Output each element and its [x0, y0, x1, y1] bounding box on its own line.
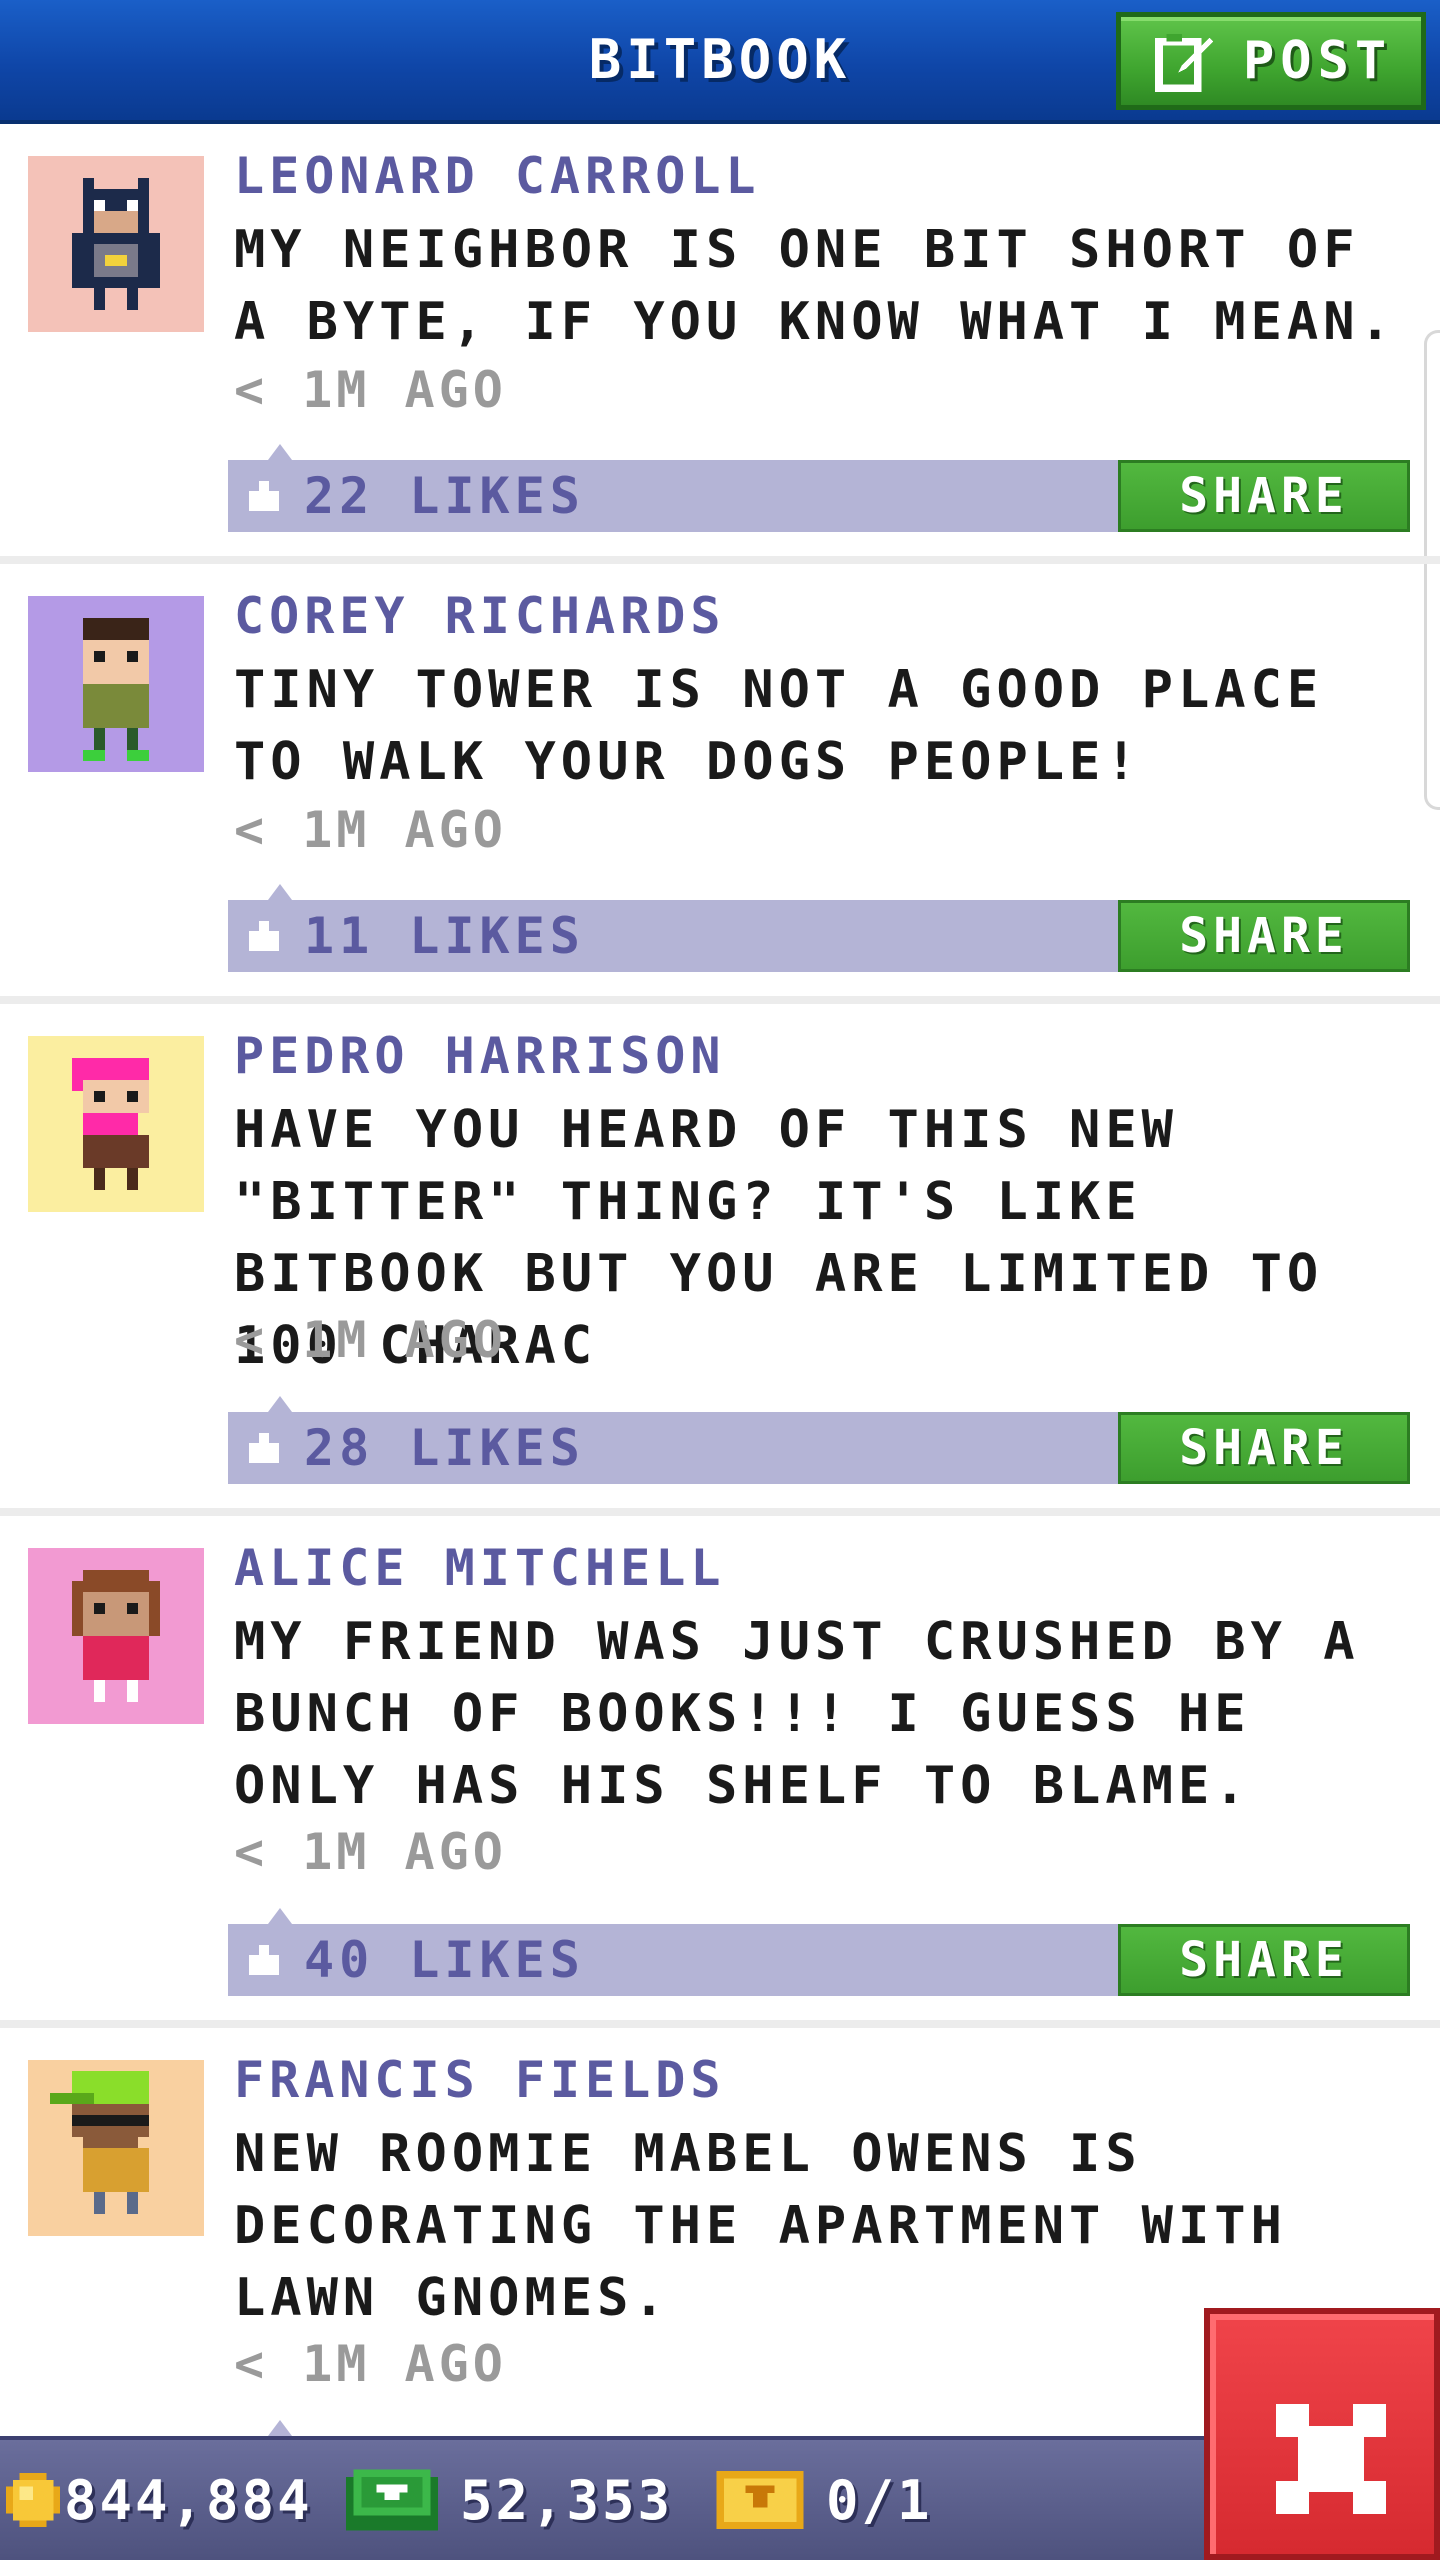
likes-bar: 40 LIKES SHARE: [228, 1908, 1410, 1996]
close-button[interactable]: [1204, 2308, 1440, 2560]
post-timestamp: < 1M AGO: [234, 2335, 507, 2393]
post-author[interactable]: LEONARD CARROLL: [234, 146, 761, 206]
share-button[interactable]: SHARE: [1118, 1412, 1410, 1484]
share-button[interactable]: SHARE: [1118, 1924, 1410, 1996]
thumbs-up-icon[interactable]: [244, 476, 284, 516]
bitizen-avatar-icon[interactable]: [28, 1548, 204, 1724]
post-message: TINY TOWER IS NOT A GOOD PLACE TO WALK Y…: [234, 660, 1324, 792]
post-divider: [0, 1508, 1440, 1516]
bux-display[interactable]: 52,353: [346, 2440, 673, 2560]
bux-icon: [346, 2469, 438, 2531]
likes-count: 28 LIKES: [304, 1419, 585, 1477]
post-divider: [0, 2020, 1440, 2028]
post-timestamp: < 1M AGO: [234, 1311, 507, 1369]
compose-icon: [1155, 33, 1214, 92]
likes-bar: 28 LIKES SHARE: [228, 1396, 1410, 1484]
post-message: MY NEIGHBOR IS ONE BIT SHORT OF A BYTE, …: [234, 220, 1396, 352]
share-button[interactable]: SHARE: [1118, 460, 1410, 532]
header-bar: BITBOOK POST: [0, 0, 1440, 124]
bitbook-screen: BITBOOK POST LEONARD CARROLL MY NEIGHBOR…: [0, 0, 1440, 2560]
thumbs-up-icon[interactable]: [244, 1940, 284, 1980]
feed-post: LEONARD CARROLL MY NEIGHBOR IS ONE BIT S…: [0, 124, 1440, 564]
likes-bar: 22 LIKES SHARE: [228, 444, 1410, 532]
share-button[interactable]: SHARE: [1118, 900, 1410, 972]
tickets-value: 0/1: [826, 2468, 933, 2532]
golden-ticket-icon: [716, 2471, 804, 2529]
post-timestamp: < 1M AGO: [234, 1823, 507, 1881]
post-divider: [0, 556, 1440, 564]
coins-value: 844,884: [64, 2468, 313, 2532]
thumbs-up-icon[interactable]: [244, 916, 284, 956]
post-divider: [0, 996, 1440, 1004]
post-message: MY FRIEND WAS JUST CRUSHED BY A BUNCH OF…: [234, 1612, 1360, 1816]
pink-hair-bitizen-avatar-icon[interactable]: [28, 1036, 204, 1212]
feed[interactable]: LEONARD CARROLL MY NEIGHBOR IS ONE BIT S…: [0, 124, 1440, 2440]
post-button-label: POST: [1243, 31, 1393, 91]
close-icon: [1276, 2404, 1386, 2514]
bux-value: 52,353: [460, 2468, 674, 2532]
post-author[interactable]: FRANCIS FIELDS: [234, 2050, 725, 2110]
thumbs-up-icon[interactable]: [244, 1428, 284, 1468]
post-message: NEW ROOMIE MABEL OWENS IS DECORATING THE…: [234, 2124, 1287, 2328]
post-button[interactable]: POST: [1116, 12, 1426, 110]
coin-icon: [6, 2473, 60, 2527]
post-author[interactable]: COREY RICHARDS: [234, 586, 725, 646]
likes-count: 40 LIKES: [304, 1931, 585, 1989]
feed-post: PEDRO HARRISON HAVE YOU HEARD OF THIS NE…: [0, 1004, 1440, 1516]
green-cap-bitizen-avatar-icon[interactable]: [28, 2060, 204, 2236]
post-timestamp: < 1M AGO: [234, 361, 507, 419]
post-timestamp: < 1M AGO: [234, 801, 507, 859]
coins-display[interactable]: 844,884: [6, 2440, 313, 2560]
bitizen-avatar-icon[interactable]: [28, 596, 204, 772]
likes-bar: 11 LIKES SHARE: [228, 884, 1410, 972]
likes-count: 11 LIKES: [304, 907, 585, 965]
feed-post: ALICE MITCHELL MY FRIEND WAS JUST CRUSHE…: [0, 1516, 1440, 2028]
tickets-display[interactable]: 0/1: [716, 2440, 933, 2560]
feed-post: COREY RICHARDS TINY TOWER IS NOT A GOOD …: [0, 564, 1440, 1004]
likes-count: 22 LIKES: [304, 467, 585, 525]
batman-costume-avatar-icon[interactable]: [28, 156, 204, 332]
post-author[interactable]: ALICE MITCHELL: [234, 1538, 725, 1598]
post-author[interactable]: PEDRO HARRISON: [234, 1026, 725, 1086]
